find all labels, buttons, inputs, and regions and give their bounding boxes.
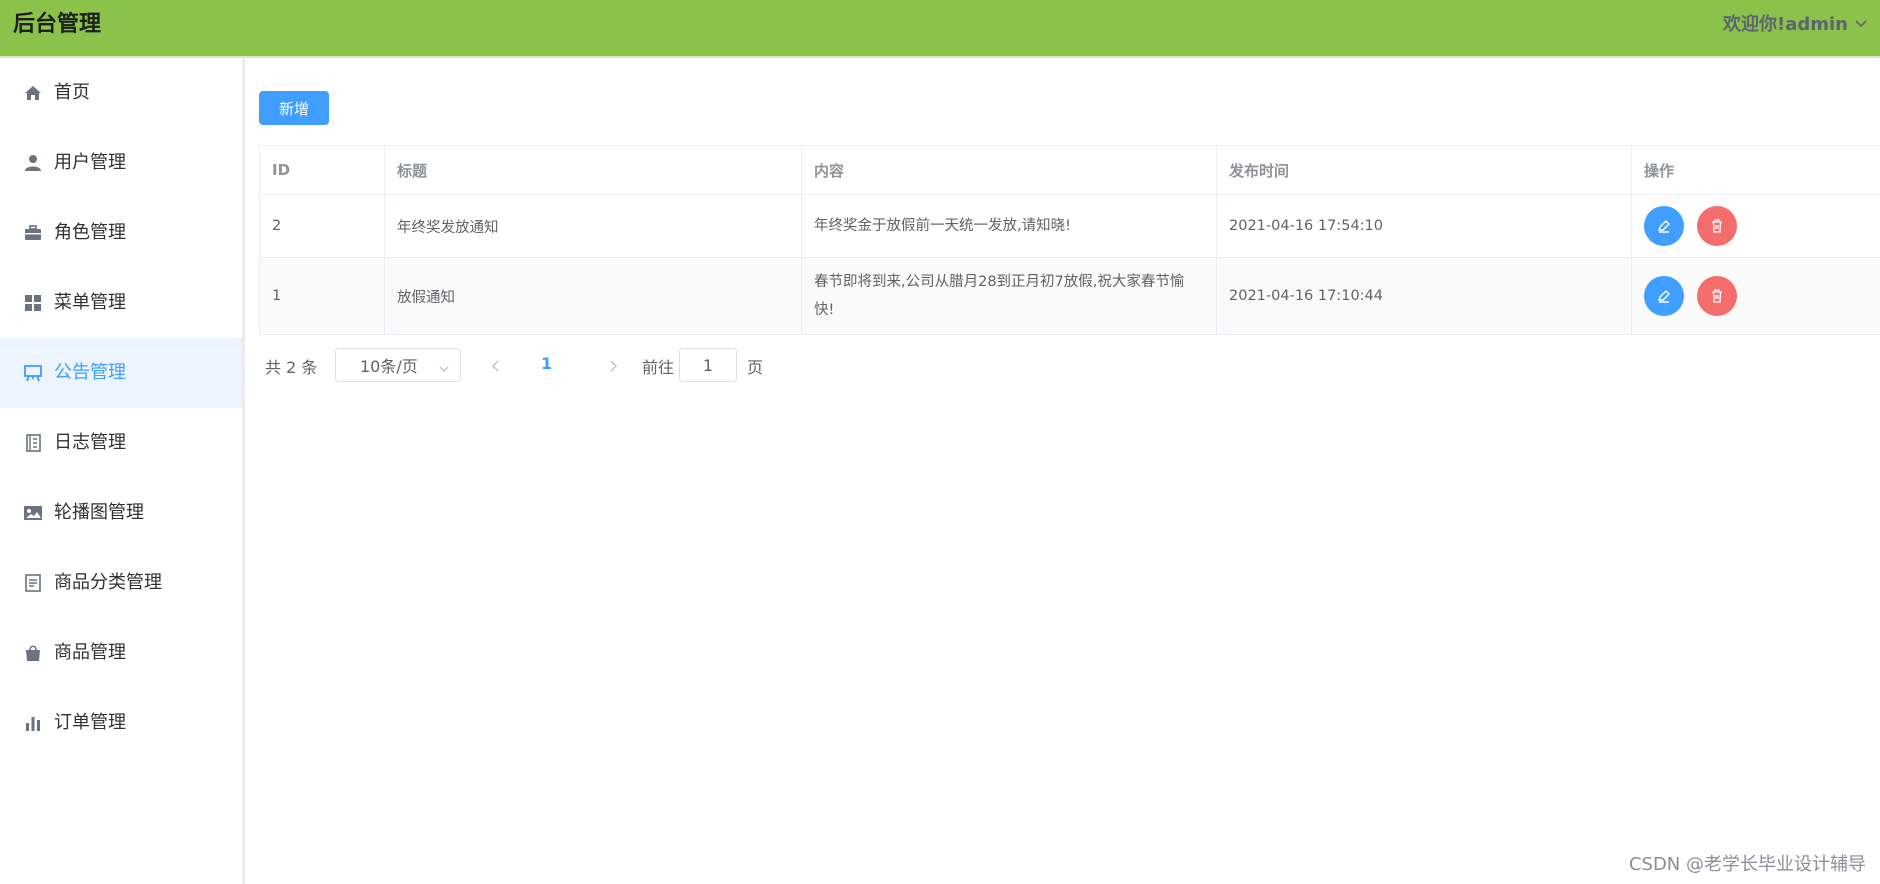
content-text: 春节即将到来,公司从腊月28到正月初7放假,祝大家春节愉快! [814,274,1185,318]
notebook-icon [23,433,43,453]
sidebar-item-label: 商品分类管理 [54,572,162,593]
document-icon [23,573,43,593]
sidebar-item-label: 订单管理 [54,712,126,733]
add-button[interactable]: 新增 [259,91,329,125]
sidebar-item-label: 用户管理 [54,152,126,173]
sidebar-item-goods[interactable]: 商品管理 [0,618,242,688]
cell-actions [1632,195,1880,257]
column-header-actions: 操作 [1644,161,1675,180]
table-header-row: ID 标题 内容 发布时间 操作 [260,146,1880,195]
notice-table: ID 标题 内容 发布时间 操作 2 年终奖发放通知 年终奖金于放假前一天统一发… [259,145,1880,335]
sidebar-item-roles[interactable]: 角色管理 [0,198,242,268]
edit-button[interactable] [1644,206,1684,246]
edit-icon [1658,220,1670,233]
user-icon [23,153,43,173]
sidebar-item-categories[interactable]: 商品分类管理 [0,548,242,618]
pagination-total: 共 2 条 [265,358,318,377]
page-unit-label: 页 [747,358,764,377]
cell-time: 2021-04-16 17:10:44 [1217,258,1632,334]
chevron-right-icon [610,360,618,372]
sidebar-item-notices[interactable]: 公告管理 [0,338,242,408]
top-header: 后台管理 欢迎你!admin [0,0,1880,58]
cell-content: 春节即将到来,公司从腊月28到正月初7放假,祝大家春节愉快! [802,258,1217,334]
next-page-button[interactable] [606,358,620,377]
prev-page-button[interactable] [489,358,503,377]
chevron-down-icon [438,360,450,379]
cell-time: 2021-04-16 17:54:10 [1217,195,1632,257]
column-header-time[interactable]: 发布时间 [1217,146,1632,194]
table-row[interactable]: 2 年终奖发放通知 年终奖金于放假前一天统一发放,请知晓! 2021-04-16… [260,195,1880,258]
user-greeting: 欢迎你!admin [1723,14,1848,35]
easel-icon [23,363,43,383]
edit-icon [1658,290,1670,303]
column-header-title[interactable]: 标题 [385,146,802,194]
chevron-left-icon [491,360,499,372]
cell-actions [1632,258,1880,334]
table-row[interactable]: 1 放假通知 春节即将到来,公司从腊月28到正月初7放假,祝大家春节愉快! 20… [260,258,1880,335]
delete-button[interactable] [1697,276,1737,316]
sidebar-item-logs[interactable]: 日志管理 [0,408,242,478]
bar-chart-icon [23,713,43,733]
sidebar-item-label: 首页 [54,82,90,103]
trash-icon [1712,219,1722,233]
column-header-id[interactable]: ID [260,146,385,194]
sidebar-item-orders[interactable]: 订单管理 [0,688,242,758]
edit-button[interactable] [1644,276,1684,316]
cell-title: 年终奖发放通知 [385,195,802,257]
content-text: 年终奖金于放假前一天统一发放,请知晓! [814,218,1071,234]
sidebar-item-label: 商品管理 [54,642,126,663]
user-menu[interactable]: 欢迎你!admin [1723,12,1868,38]
trash-icon [1712,289,1722,303]
cell-id: 1 [260,258,385,334]
sidebar-item-label: 菜单管理 [54,292,126,313]
sidebar-item-label: 公告管理 [54,362,126,383]
delete-button[interactable] [1697,206,1737,246]
main-content: 新增 ID 标题 内容 发布时间 操作 2 年终奖发放通知 年终奖金于放假前一天… [245,58,1880,884]
watermark: CSDN @老学长毕业设计辅导 [1628,854,1866,875]
goto-label: 前往 [642,358,675,377]
picture-icon [23,503,43,523]
column-header-content[interactable]: 内容 [802,146,1217,194]
page-size-select[interactable]: 10条/页 [335,348,461,382]
sidebar: 首页 用户管理 角色管理 菜单管理 公告管理 日志管理 轮播图管理 商品分类管理… [0,58,245,884]
home-icon [23,83,43,103]
sidebar-item-users[interactable]: 用户管理 [0,128,242,198]
page-jump-input[interactable] [679,348,737,382]
shopping-bag-icon [23,643,43,663]
cell-content: 年终奖金于放假前一天统一发放,请知晓! [802,195,1217,257]
sidebar-item-label: 日志管理 [54,432,126,453]
chevron-down-icon [1854,12,1868,38]
app-title: 后台管理 [13,12,102,37]
sidebar-item-label: 轮播图管理 [54,502,144,523]
briefcase-icon [23,223,43,243]
cell-title: 放假通知 [385,258,802,334]
sidebar-item-home[interactable]: 首页 [0,58,242,128]
sidebar-item-label: 角色管理 [54,222,126,243]
sidebar-item-carousel[interactable]: 轮播图管理 [0,478,242,548]
cell-id: 2 [260,195,385,257]
page-size-value: 10条/页 [360,357,418,376]
page-number-1[interactable]: 1 [541,354,552,373]
grid-icon [23,293,43,313]
sidebar-item-menus[interactable]: 菜单管理 [0,268,242,338]
